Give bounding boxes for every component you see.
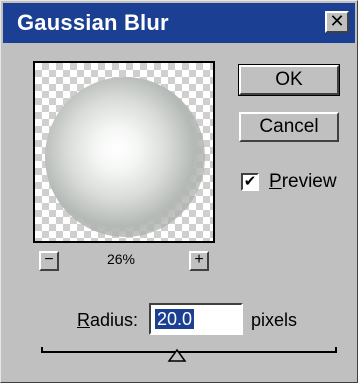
zoom-in-button[interactable]: + xyxy=(189,251,209,271)
radius-input[interactable]: 20.0 xyxy=(149,303,243,335)
title-bar[interactable]: Gaussian Blur ✕ xyxy=(3,3,355,43)
preview-label-rest: review xyxy=(281,171,337,192)
plus-icon: + xyxy=(194,251,204,268)
blurred-preview-image xyxy=(45,77,205,237)
preview-checkbox-label[interactable]: Preview xyxy=(269,171,337,193)
minus-icon: − xyxy=(44,251,54,268)
radius-label: Radius: xyxy=(77,310,138,331)
preview-pane[interactable] xyxy=(33,61,215,243)
radius-units: pixels xyxy=(251,310,298,330)
dialog-title: Gaussian Blur xyxy=(17,10,169,35)
radius-slider-track[interactable] xyxy=(41,347,337,353)
zoom-level: 26% xyxy=(106,251,136,267)
zoom-out-button[interactable]: − xyxy=(39,251,59,271)
radius-label-rest: adius: xyxy=(90,310,139,330)
triangle-slider-icon[interactable] xyxy=(167,348,187,363)
preview-checkbox[interactable]: ✔ xyxy=(241,173,259,191)
cancel-button[interactable]: Cancel xyxy=(239,112,339,142)
radius-label-mnemonic: R xyxy=(77,310,90,330)
close-icon: ✕ xyxy=(329,11,345,31)
preview-label-mnemonic: P xyxy=(269,171,282,192)
gaussian-blur-dialog: Gaussian Blur ✕ − 26% + OK Cancel ✔ Prev… xyxy=(0,0,358,383)
ok-button[interactable]: OK xyxy=(238,64,340,96)
checkmark-icon: ✔ xyxy=(243,173,257,190)
radius-value: 20.0 xyxy=(155,309,195,329)
close-button[interactable]: ✕ xyxy=(325,11,349,33)
